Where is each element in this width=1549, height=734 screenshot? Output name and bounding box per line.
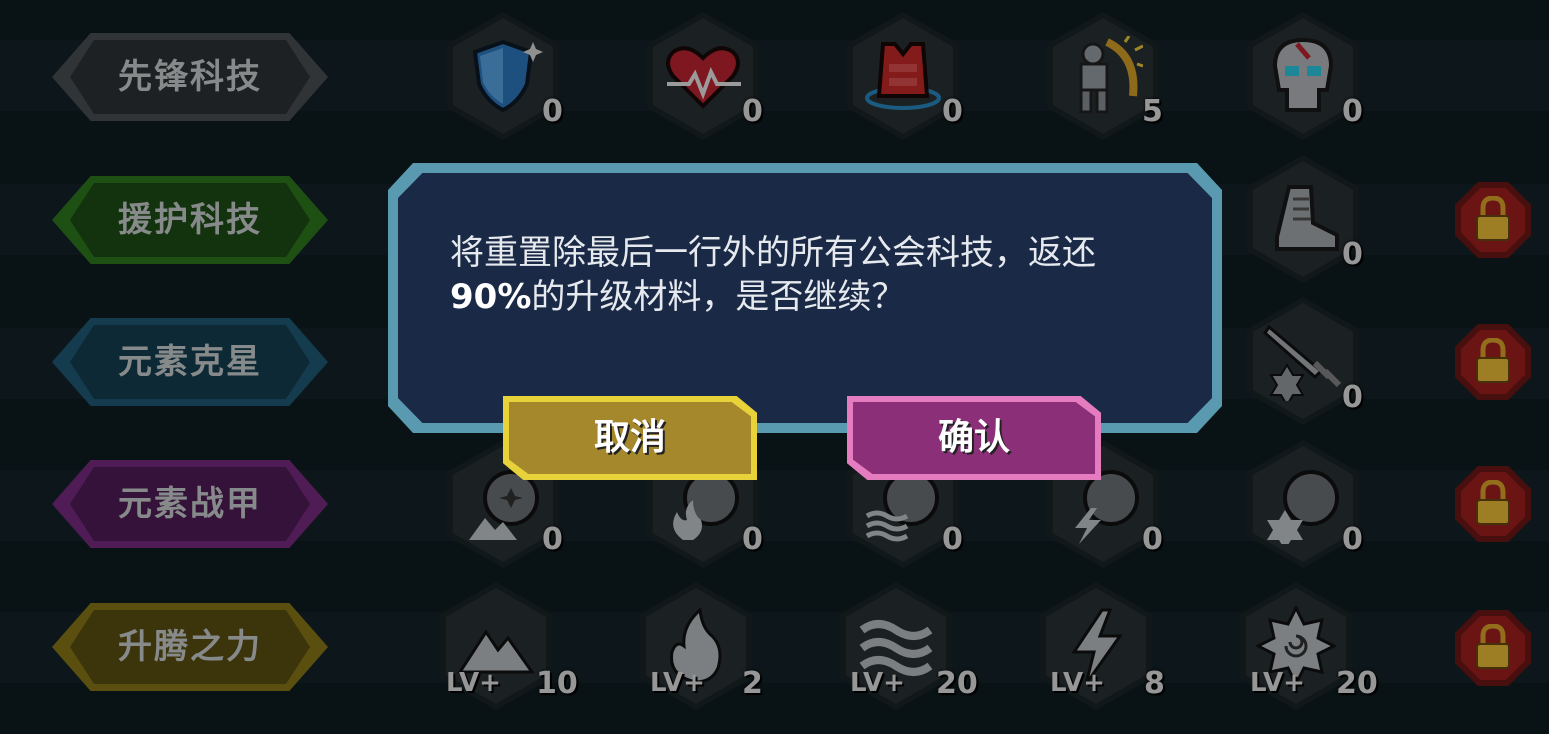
dialog-message-part2: 的升级材料，是否继续？ bbox=[531, 277, 906, 317]
confirm-dialog: 将重置除最后一行外的所有公会科技，返还90%的升级材料，是否继续？ bbox=[388, 163, 1222, 433]
cancel-button-label: 取消 bbox=[593, 417, 666, 458]
dialog-message: 将重置除最后一行外的所有公会科技，返还90%的升级材料，是否继续？ bbox=[450, 231, 1170, 319]
dialog-message-part1: 将重置除最后一行外的所有公会科技，返还 bbox=[450, 233, 1096, 273]
cancel-button[interactable]: 取消 bbox=[503, 396, 757, 480]
confirm-button-label: 确认 bbox=[937, 417, 1010, 458]
confirm-button[interactable]: 确认 bbox=[847, 396, 1101, 480]
dialog-message-percent: 90% bbox=[450, 277, 532, 317]
